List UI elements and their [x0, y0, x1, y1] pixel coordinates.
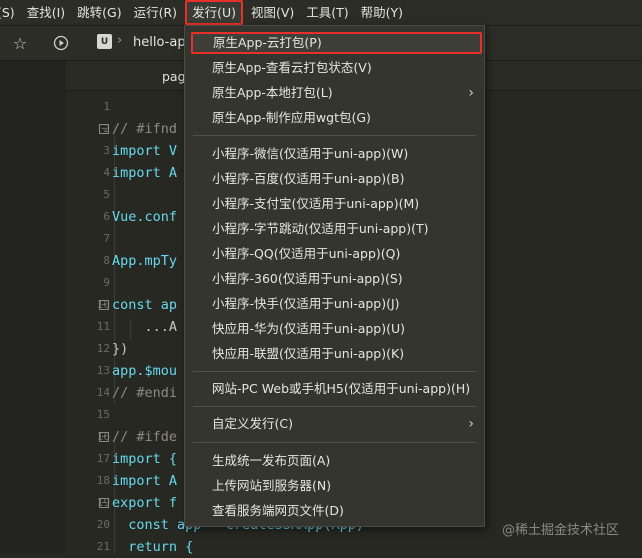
code-text: export f — [112, 495, 178, 511]
fold-toggle-icon[interactable]: − — [99, 300, 109, 310]
project-icon: U — [97, 34, 112, 49]
line-number: 7 — [103, 232, 110, 245]
code-text: // #ifnd — [112, 121, 178, 137]
code-text: app.$mou — [112, 363, 178, 379]
code-text: // #ifde — [112, 429, 178, 445]
menu-separator — [193, 135, 476, 136]
menu-separator — [193, 371, 476, 372]
line-number: 17 — [96, 452, 110, 465]
line-number: 11 — [96, 320, 110, 333]
line-number: 20 — [96, 518, 110, 531]
menu-item-custom-publish[interactable]: 自定义发行(C) › — [185, 413, 484, 435]
menu-view[interactable]: 视图(V) — [245, 0, 300, 25]
menu-separator — [193, 442, 476, 443]
line-number: 5 — [103, 188, 110, 201]
fold-toggle-icon[interactable]: − — [99, 498, 109, 508]
code-text: }) — [112, 341, 129, 357]
menu-item-label: 原生App-本地打包(L) — [212, 85, 333, 100]
code-text: // #endi — [112, 385, 178, 401]
line-number: 14 — [96, 386, 110, 399]
chevron-right-icon: › — [468, 85, 474, 101]
menu-search-partial[interactable]: (S) — [0, 0, 21, 25]
menu-item-native-app-cloud-pack[interactable]: 原生App-云打包(P) — [191, 32, 482, 54]
line-number: 3 — [103, 144, 110, 157]
chevron-right-icon: › — [468, 416, 474, 432]
line-number: 9 — [103, 276, 110, 289]
publish-menu: 原生App-云打包(P) 原生App-查看云打包状态(V) 原生App-本地打包… — [184, 25, 485, 527]
code-text: App.mpTy — [112, 253, 178, 269]
menu-find[interactable]: 查找(I) — [21, 0, 71, 25]
chevron-right-icon: › — [117, 33, 123, 48]
code-text: import A — [112, 165, 178, 181]
star-icon[interactable]: ☆ — [11, 34, 29, 53]
menu-item-generate-publish-page[interactable]: 生成统一发布页面(A) — [185, 450, 484, 472]
menu-item-view-server-files[interactable]: 查看服务端网页文件(D) — [185, 500, 484, 522]
menu-separator — [193, 406, 476, 407]
menu-item-mp-baidu[interactable]: 小程序-百度(仅适用于uni-app)(B) — [185, 168, 484, 190]
line-number: 21 — [96, 540, 110, 553]
line-number: 13 — [96, 364, 110, 377]
menu-item-native-app-cloud-status[interactable]: 原生App-查看云打包状态(V) — [185, 57, 484, 79]
menu-publish[interactable]: 发行(U) — [185, 0, 243, 25]
line-number: 12 — [96, 342, 110, 355]
menu-item-native-app-wgt[interactable]: 原生App-制作应用wgt包(G) — [185, 107, 484, 129]
menu-item-quickapp-union[interactable]: 快应用-联盟(仅适用于uni-app)(K) — [185, 343, 484, 365]
code-text: import A — [112, 473, 178, 489]
menu-item-mp-toutiao[interactable]: 小程序-字节跳动(仅适用于uni-app)(T) — [185, 218, 484, 240]
menu-item-native-app-local-pack[interactable]: 原生App-本地打包(L) › — [185, 82, 484, 104]
code-text: ...A — [112, 319, 178, 335]
code-text: import { — [112, 451, 178, 467]
run-icon[interactable] — [52, 34, 70, 52]
menu-help[interactable]: 帮助(Y) — [355, 0, 409, 25]
menu-tools[interactable]: 工具(T) — [300, 0, 354, 25]
menu-item-quickapp-huawei[interactable]: 快应用-华为(仅适用于uni-app)(U) — [185, 318, 484, 340]
breadcrumb[interactable]: hello-ap — [133, 35, 186, 50]
menu-item-mp-alipay[interactable]: 小程序-支付宝(仅适用于uni-app)(M) — [185, 193, 484, 215]
menu-item-mp-360[interactable]: 小程序-360(仅适用于uni-app)(S) — [185, 268, 484, 290]
fold-toggle-icon[interactable]: − — [99, 432, 109, 442]
line-number: 8 — [103, 254, 110, 267]
menu-item-web-h5[interactable]: 网站-PC Web或手机H5(仅适用于uni-app)(H) — [185, 378, 484, 400]
line-number: 15 — [96, 408, 110, 421]
menu-run[interactable]: 运行(R) — [128, 0, 183, 25]
menu-item-mp-qq[interactable]: 小程序-QQ(仅适用于uni-app)(Q) — [185, 243, 484, 265]
menu-item-label: 自定义发行(C) — [212, 416, 293, 431]
menu-item-mp-weixin[interactable]: 小程序-微信(仅适用于uni-app)(W) — [185, 143, 484, 165]
code-text: return { — [112, 539, 194, 555]
line-number: 6 — [103, 210, 110, 223]
code-text: const ap — [112, 297, 178, 313]
line-number: 1 — [103, 100, 110, 113]
fold-toggle-icon[interactable]: − — [99, 124, 109, 134]
project-explorer-rail — [0, 61, 66, 553]
watermark: @稀土掘金技术社区 — [502, 523, 620, 538]
menu-goto[interactable]: 跳转(G) — [71, 0, 127, 25]
menubar: (S) 查找(I) 跳转(G) 运行(R) 发行(U) 视图(V) 工具(T) … — [0, 0, 642, 26]
line-number: 18 — [96, 474, 110, 487]
menu-item-upload-to-server[interactable]: 上传网站到服务器(N) — [185, 475, 484, 497]
line-number: 4 — [103, 166, 110, 179]
menu-item-mp-kuaishou[interactable]: 小程序-快手(仅适用于uni-app)(J) — [185, 293, 484, 315]
code-text: import V — [112, 143, 178, 159]
code-text: Vue.conf — [112, 209, 178, 225]
